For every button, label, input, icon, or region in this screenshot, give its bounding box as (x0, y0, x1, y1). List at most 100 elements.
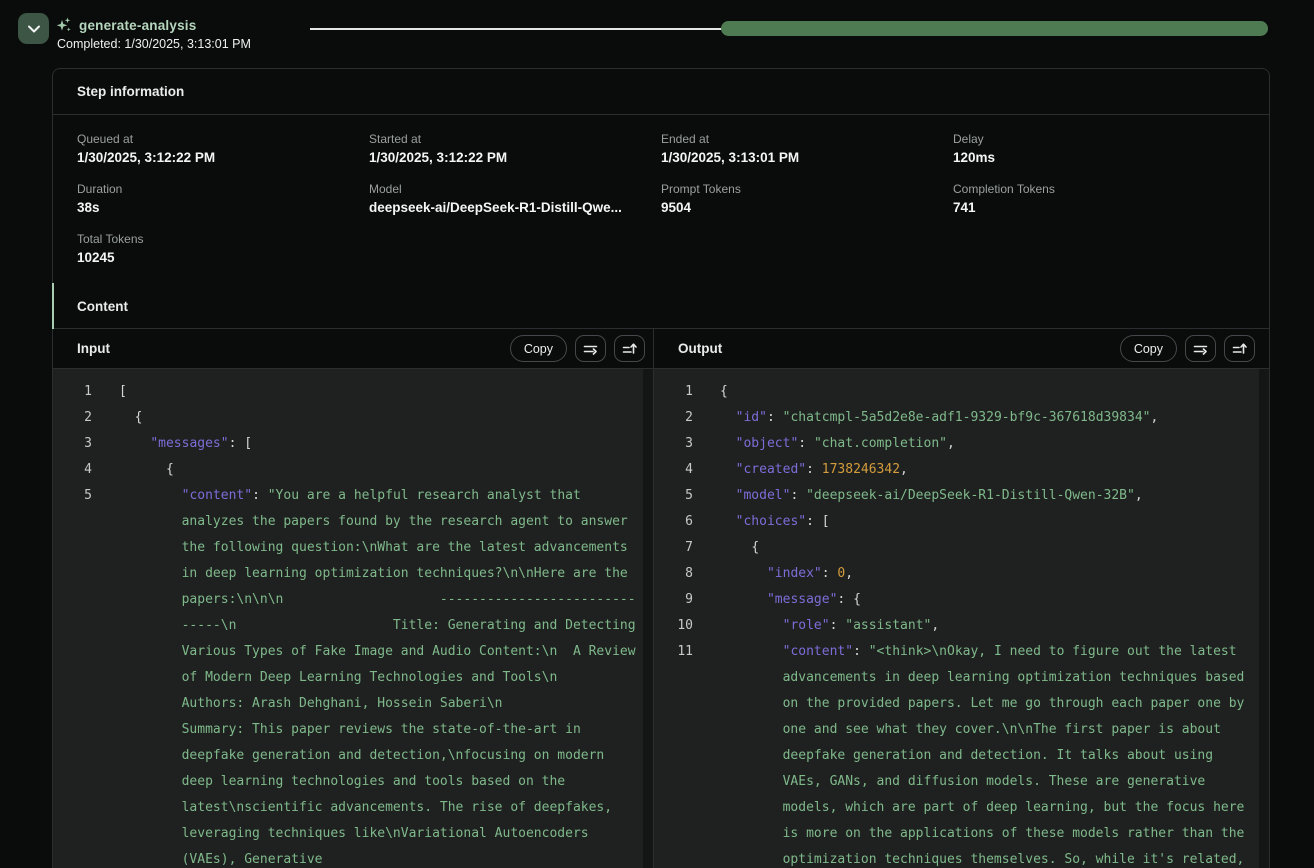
code-line: 4 "created": 1738246342, (654, 457, 1269, 483)
field-value: 1/30/2025, 3:12:22 PM (369, 150, 661, 165)
input-copy-button[interactable]: Copy (510, 335, 567, 362)
step-info-field: Ended at 1/30/2025, 3:13:01 PM (661, 132, 953, 165)
line-number: 11 (654, 639, 720, 868)
code-text: "created": 1738246342, (720, 457, 1269, 483)
line-number: 8 (654, 561, 720, 587)
step-trace-view: generate-analysis Completed: 1/30/2025, … (0, 0, 1314, 868)
code-text: { (720, 379, 1269, 405)
output-panel-title: Output (678, 341, 722, 356)
sparkles-icon (56, 17, 72, 33)
input-panel-header: Input Copy (53, 329, 653, 369)
line-number: 3 (53, 431, 119, 457)
io-panel-headers: Input Copy (53, 329, 1269, 369)
code-text: "content": "<think>\nOkay, I need to fig… (720, 639, 1269, 868)
field-value: deepseek-ai/DeepSeek-R1-Distill-Qwe... (369, 200, 661, 215)
line-number: 1 (654, 379, 720, 405)
step-info-field: Queued at 1/30/2025, 3:12:22 PM (77, 132, 369, 165)
expand-up-icon (1232, 342, 1247, 355)
wrap-lines-icon (583, 343, 598, 355)
code-line: 5 "model": "deepseek-ai/DeepSeek-R1-Dist… (654, 483, 1269, 509)
output-panel-header: Output Copy (653, 329, 1269, 369)
field-value: 10245 (77, 250, 369, 265)
field-value: 38s (77, 200, 369, 215)
timeline-duration-bar[interactable] (721, 21, 1268, 36)
line-number: 1 (53, 379, 119, 405)
output-wrap-lines-button[interactable] (1185, 335, 1216, 362)
code-text: [ (119, 379, 653, 405)
field-label: Duration (77, 182, 369, 196)
step-completed-timestamp: Completed: 1/30/2025, 3:13:01 PM (57, 37, 251, 51)
line-number: 7 (654, 535, 720, 561)
code-text: { (119, 457, 653, 483)
chevron-down-icon (27, 24, 41, 34)
field-label: Completion Tokens (953, 182, 1245, 196)
step-information-title: Step information (53, 69, 1269, 115)
field-label: Ended at (661, 132, 953, 146)
field-label: Total Tokens (77, 232, 369, 246)
field-value: 1/30/2025, 3:13:01 PM (661, 150, 953, 165)
field-value: 9504 (661, 200, 953, 215)
code-text: "object": "chat.completion", (720, 431, 1269, 457)
line-number: 3 (654, 431, 720, 457)
code-text: "messages": [ (119, 431, 653, 457)
field-label: Prompt Tokens (661, 182, 953, 196)
code-line: 3 "messages": [ (53, 431, 653, 457)
code-line: 1[ (53, 379, 653, 405)
content-section-header: Content (53, 284, 1269, 329)
code-line: 7 { (654, 535, 1269, 561)
code-text: "message": { (720, 587, 1269, 613)
code-line: 10 "role": "assistant", (654, 613, 1269, 639)
output-scrollbar[interactable] (1259, 369, 1269, 868)
io-code-panels: 1[2 {3 "messages": [4 {5 "content": "You… (53, 369, 1269, 868)
input-wrap-lines-button[interactable] (575, 335, 606, 362)
content-section-title: Content (77, 299, 128, 314)
code-text: "role": "assistant", (720, 613, 1269, 639)
timeline-wait-line (310, 28, 722, 30)
line-number: 6 (654, 509, 720, 535)
code-text: { (720, 535, 1269, 561)
field-value: 120ms (953, 150, 1245, 165)
code-line: 3 "object": "chat.completion", (654, 431, 1269, 457)
code-text: "content": "You are a helpful research a… (119, 483, 653, 868)
input-code-viewer: 1[2 {3 "messages": [4 {5 "content": "You… (53, 369, 653, 868)
step-info-fields: Queued at1/30/2025, 3:12:22 PMStarted at… (53, 115, 1269, 284)
code-line: 11 "content": "<think>\nOkay, I need to … (654, 639, 1269, 868)
wrap-lines-icon (1193, 343, 1208, 355)
code-line: 1{ (654, 379, 1269, 405)
field-label: Queued at (77, 132, 369, 146)
step-info-field: Model deepseek-ai/DeepSeek-R1-Distill-Qwe… (369, 182, 661, 215)
field-value: 741 (953, 200, 1245, 215)
output-copy-button[interactable]: Copy (1120, 335, 1177, 362)
code-line: 5 "content": "You are a helpful research… (53, 483, 653, 868)
code-line: 2 { (53, 405, 653, 431)
code-line: 9 "message": { (654, 587, 1269, 613)
code-line: 4 { (53, 457, 653, 483)
step-info-field: Completion Tokens 741 (953, 182, 1245, 215)
line-number: 5 (53, 483, 119, 868)
line-number: 9 (654, 587, 720, 613)
step-name: generate-analysis (79, 18, 196, 33)
step-info-field: Started at 1/30/2025, 3:12:22 PM (369, 132, 661, 165)
field-value: 1/30/2025, 3:12:22 PM (77, 150, 369, 165)
code-line: 8 "index": 0, (654, 561, 1269, 587)
field-label: Model (369, 182, 661, 196)
line-number: 4 (654, 457, 720, 483)
code-line: 6 "choices": [ (654, 509, 1269, 535)
line-number: 5 (654, 483, 720, 509)
output-expand-button[interactable] (1224, 335, 1255, 362)
input-expand-button[interactable] (614, 335, 645, 362)
code-text: "choices": [ (720, 509, 1269, 535)
step-info-field: Duration 38s (77, 182, 369, 215)
input-scrollbar[interactable] (643, 369, 653, 868)
code-text: { (119, 405, 653, 431)
step-info-field: Total Tokens 10245 (77, 232, 369, 265)
line-number: 4 (53, 457, 119, 483)
code-line: 2 "id": "chatcmpl-5a5d2e8e-adf1-9329-bf9… (654, 405, 1269, 431)
collapse-step-button[interactable] (18, 13, 49, 44)
code-text: "id": "chatcmpl-5a5d2e8e-adf1-9329-bf9c-… (720, 405, 1269, 431)
step-header: generate-analysis Completed: 1/30/2025, … (0, 0, 1314, 68)
line-number: 2 (654, 405, 720, 431)
field-label: Started at (369, 132, 661, 146)
code-text: "index": 0, (720, 561, 1269, 587)
step-info-field: Delay120ms (953, 132, 1245, 165)
